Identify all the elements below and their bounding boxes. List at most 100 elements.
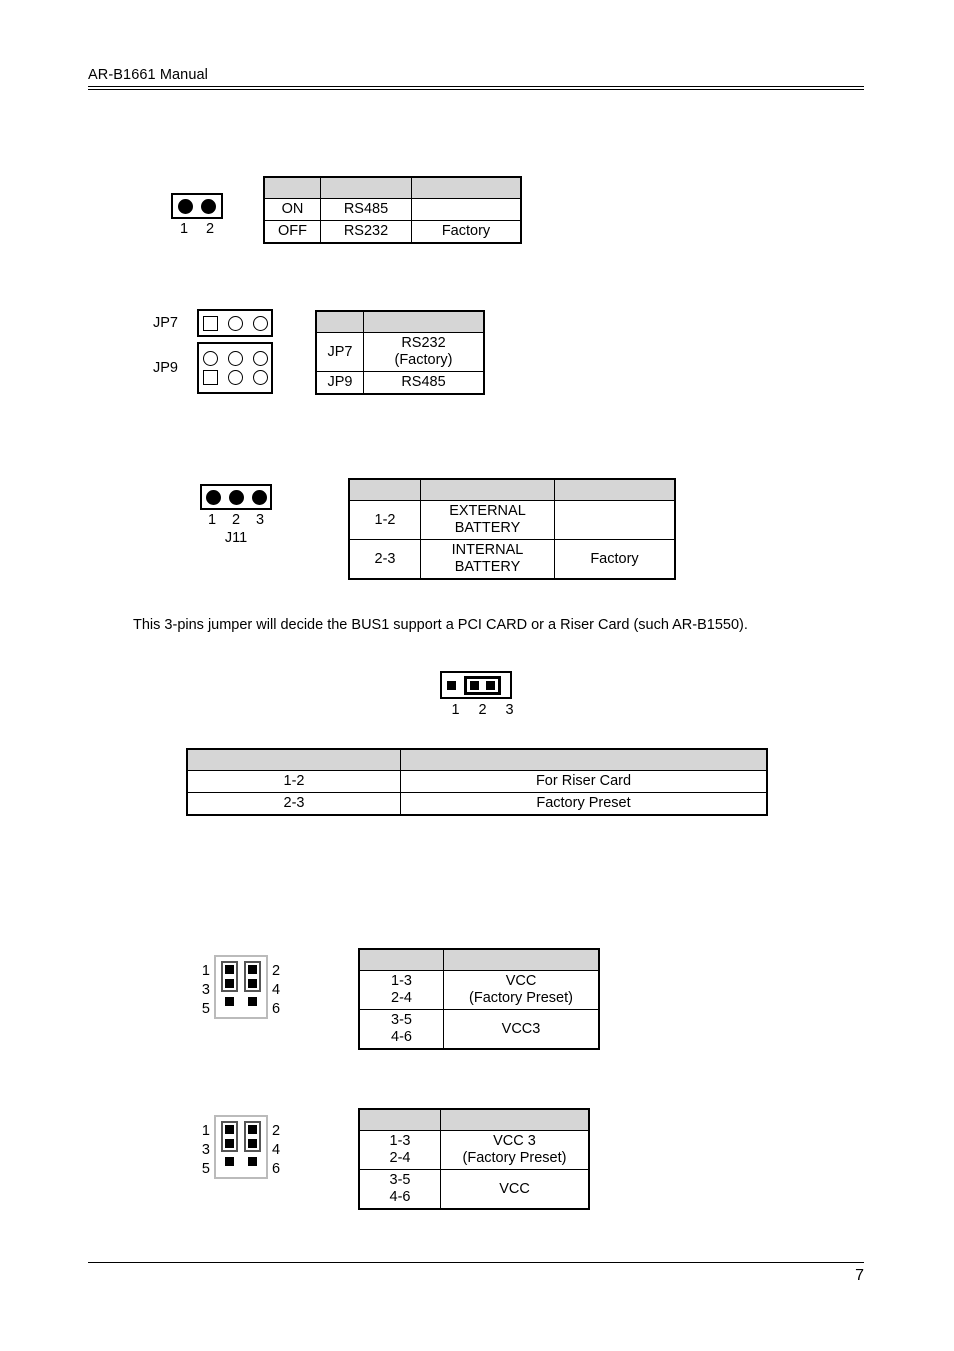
- pin-label-5: 5: [201, 1001, 210, 1017]
- vcc-select-1-table: 1-3 2-4 VCC (Factory Preset) 3-5 4-6 VCC…: [358, 948, 600, 1050]
- jumper-cap-2-3: [464, 675, 501, 695]
- pin-label-4: 4: [272, 1142, 281, 1158]
- vcc-select-1-diagram: 1 3 5 2 4 6: [196, 955, 286, 1019]
- jumper-housing: [440, 671, 512, 699]
- jp9-top-row: [202, 351, 268, 366]
- header-cell-1: [358, 948, 444, 971]
- pins-line-2: 4-6: [389, 1189, 411, 1205]
- pins-line-2: 2-4: [391, 990, 412, 1006]
- pin-1-shorted: [225, 965, 234, 974]
- header-cell-1: [358, 1108, 441, 1131]
- j11-battery-table: 1-2 EXTERNAL BATTERY 2-3 INTERNAL BATTER…: [348, 478, 676, 580]
- table-header-row: [263, 176, 522, 199]
- header-cell-3: [554, 478, 676, 501]
- jp7-pin-1-square: [202, 315, 218, 331]
- cell-pins: 1-2: [186, 770, 401, 793]
- pin-2-filled: [228, 489, 244, 505]
- cell-pins: 1-3 2-4: [358, 970, 444, 1010]
- j11-diagram: 1 2 3 J11: [200, 484, 272, 547]
- value-line-2: (Factory): [394, 352, 453, 368]
- pin-label-6: 6: [272, 1001, 281, 1017]
- header-cell-2: [320, 176, 412, 199]
- connector-name-label: J11: [224, 530, 248, 546]
- pin-label-6: 6: [272, 1161, 281, 1177]
- table-row: ON RS485: [263, 198, 522, 221]
- pin-label-3: 3: [201, 1142, 210, 1158]
- jp9-pin-ring: [252, 351, 268, 366]
- switch-diagram-2pin: 1 2: [171, 193, 223, 238]
- rs485-switch-table: ON RS485 OFF RS232 Factory: [263, 176, 522, 244]
- pin-1-open: [447, 680, 456, 690]
- header-cell-3: [411, 176, 522, 199]
- table-header-row: [315, 310, 485, 333]
- pin-2-shorted: [248, 1125, 257, 1134]
- left-pin-numbers: 1 3 5: [196, 1122, 210, 1179]
- pins-line-1: 1-3: [389, 1133, 411, 1149]
- pin-3-shorted: [225, 979, 234, 988]
- pin-2-shorted: [470, 680, 479, 690]
- jp9-bottom-row: [202, 370, 268, 385]
- jp7-row: JP7: [153, 309, 273, 337]
- table-row: 3-5 4-6 VCC3: [358, 1009, 600, 1050]
- header-rule: [88, 86, 864, 90]
- cell-mode: RS232: [320, 220, 412, 244]
- pin-1-filled: [205, 489, 221, 505]
- cell-function: Factory Preset: [400, 792, 768, 816]
- right-pin-numbers: 2 4 6: [272, 1122, 286, 1179]
- pin-4-shorted: [248, 1139, 257, 1148]
- value-line-1: INTERNAL: [451, 542, 524, 558]
- pin-number-labels: 1 2: [171, 220, 223, 238]
- left-pin-numbers: 1 3 5: [196, 962, 210, 1019]
- jumper-cap-2-4: [244, 961, 261, 992]
- pin-number-labels: 1 2 3: [442, 701, 524, 719]
- cell-pins: 3-5 4-6: [358, 1009, 444, 1050]
- bus1-description-text: This 3-pins jumper will decide the BUS1 …: [133, 617, 748, 633]
- pin-6-open: [248, 997, 257, 1006]
- pin-label-1: 1: [201, 1123, 210, 1139]
- pins-line-1: 3-5: [389, 1172, 411, 1188]
- table-row: JP9 RS485: [315, 371, 485, 395]
- header-cell-1: [186, 748, 401, 771]
- cell-jumper-name: JP9: [315, 371, 364, 395]
- pins-line-2: 2-4: [389, 1150, 411, 1166]
- jp9-pin-ring: [202, 351, 218, 366]
- value-line-1: VCC: [505, 973, 537, 989]
- cell-function: For Riser Card: [400, 770, 768, 793]
- pin-label-1: 1: [179, 221, 189, 237]
- table-row: OFF RS232 Factory: [263, 220, 522, 244]
- cell-jumper-name: JP7: [315, 332, 364, 372]
- jp9-pin-ring: [227, 351, 243, 366]
- header-cell-2: [363, 310, 485, 333]
- cell-note: Factory: [554, 539, 676, 580]
- table-row: 1-2 For Riser Card: [186, 770, 768, 793]
- pin-label-5: 5: [201, 1161, 210, 1177]
- pin-3-filled: [251, 489, 267, 505]
- cell-state: OFF: [263, 220, 321, 244]
- value-line-2: BATTERY: [454, 559, 521, 575]
- cell-note: [411, 198, 522, 221]
- cell-jumper-value: RS485: [363, 371, 485, 395]
- cell-function: EXTERNAL BATTERY: [420, 500, 555, 540]
- value-line-1: VCC 3: [493, 1133, 536, 1149]
- jp9-row: JP9: [153, 342, 273, 394]
- pin-label-1: 1: [451, 702, 460, 718]
- even-pin-column: [244, 961, 261, 1012]
- pin-label-2: 2: [231, 512, 241, 528]
- cell-note: [554, 500, 676, 540]
- cell-function: VCC: [440, 1169, 590, 1210]
- value-line-2: (Factory Preset): [469, 990, 573, 1006]
- pin-label-1: 1: [201, 963, 210, 979]
- table-row: 1-2 EXTERNAL BATTERY: [348, 500, 676, 540]
- table-row: 1-3 2-4 VCC (Factory Preset): [358, 970, 600, 1010]
- cell-pins: 1-2: [348, 500, 421, 540]
- pin-4-shorted: [248, 979, 257, 988]
- jumper-cap-1-3: [221, 1121, 238, 1152]
- odd-pin-column: [221, 961, 238, 1012]
- jp7-pin-2-ring: [227, 315, 243, 331]
- bus1-riser-table: 1-2 For Riser Card 2-3 Factory Preset: [186, 748, 768, 816]
- cell-function: VCC3: [443, 1009, 600, 1050]
- cell-note: Factory: [411, 220, 522, 244]
- header-cell-2: [400, 748, 768, 771]
- jp7-label: JP7: [153, 314, 178, 331]
- cell-mode: RS485: [320, 198, 412, 221]
